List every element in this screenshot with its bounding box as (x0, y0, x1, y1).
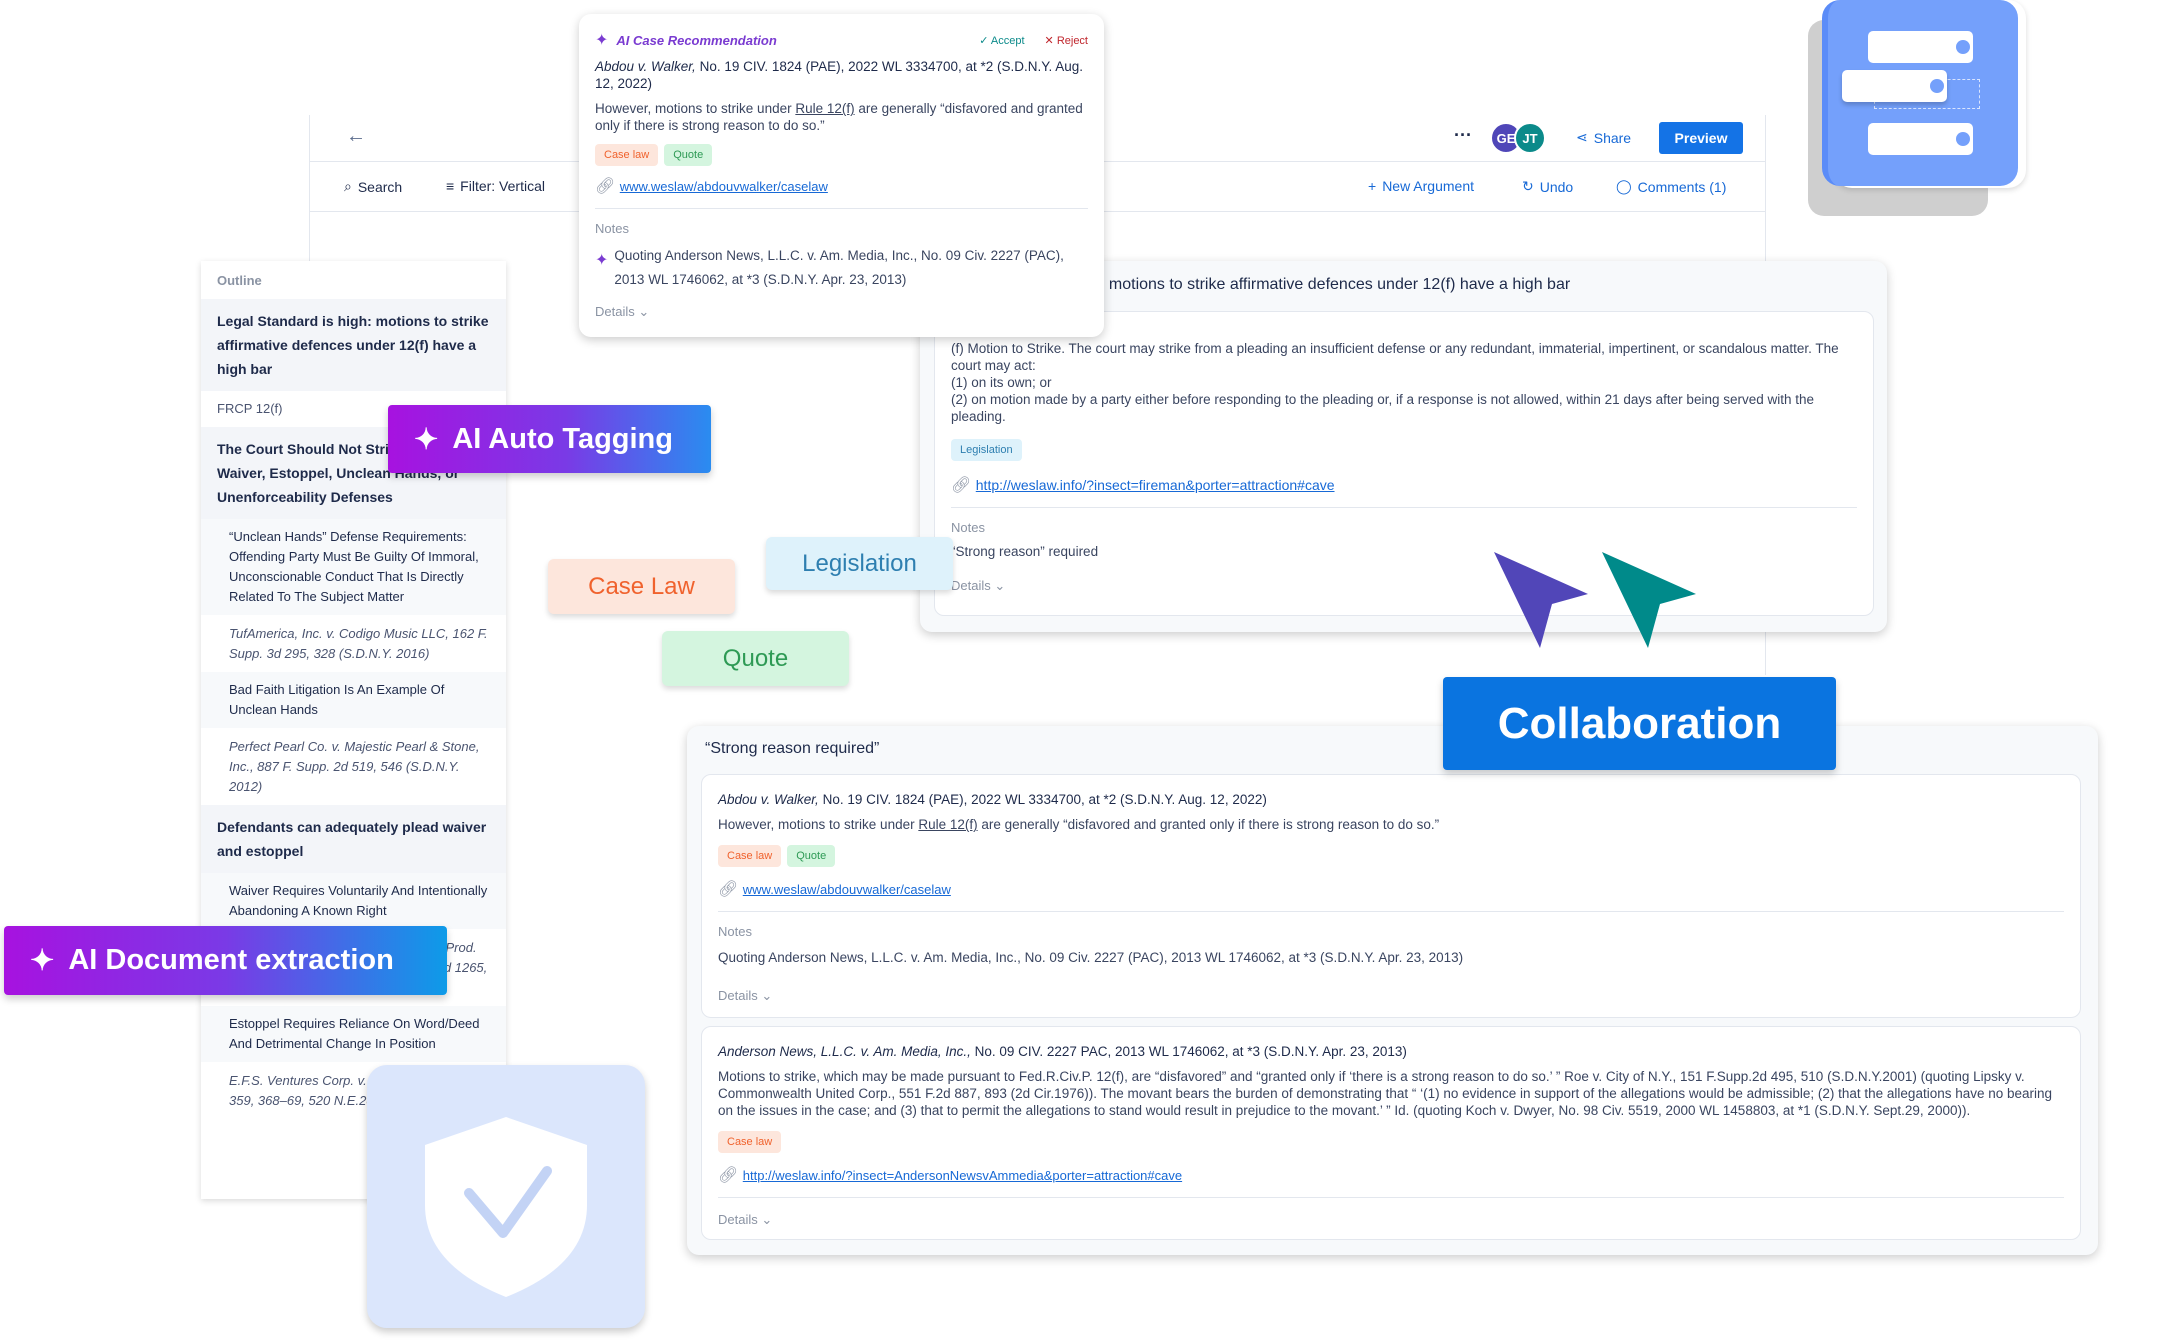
entry-text: (f) Motion to Strike. The court may stri… (951, 341, 1839, 373)
details-label: Details (718, 988, 758, 1003)
case-name: Anderson News, L.L.C. v. Am. Media, Inc.… (718, 1044, 971, 1059)
share-button[interactable]: ⋖ Share (1576, 129, 1631, 146)
quote-pill: Quote (662, 631, 849, 686)
sparkle-icon: ✦ (30, 945, 55, 977)
sparkle-icon: ✦ (595, 252, 609, 269)
outline-item[interactable]: Waiver Requires Voluntarily And Intentio… (201, 873, 506, 930)
link-icon: 🔗︎ (951, 477, 972, 494)
notes-label: Notes (595, 221, 629, 236)
tag-case-law[interactable]: Case law (718, 845, 782, 867)
legislation-pill: Legislation (766, 537, 953, 590)
outline-item[interactable]: Defendants can adequately plead waiver a… (201, 805, 506, 873)
cursor-purple-icon (1494, 552, 1588, 648)
citation: No. 09 CIV. 2227 PAC, 2013 WL 1746062, a… (970, 1044, 1407, 1059)
arrow-left-icon[interactable]: ← (346, 125, 366, 148)
link-icon: 🔗︎ (718, 1167, 739, 1184)
tag-case-law[interactable]: Case law (595, 144, 659, 166)
argument-title: : motions to strike affirmative defences… (1100, 276, 1571, 293)
case-entry: Anderson News, L.L.C. v. Am. Media, Inc.… (701, 1026, 2081, 1240)
server-illustration-icon (1808, 0, 2032, 218)
search-button[interactable]: ⌕ Search (344, 178, 402, 195)
notes-text: “Strong reason” required (951, 544, 1099, 559)
entry-text: (1) on its own; or (951, 375, 1052, 390)
case-name: Abdou v. Walker, (718, 792, 819, 807)
sparkle-icon: ✦ (595, 32, 609, 49)
notes-label: Notes (951, 520, 985, 535)
details-label: Details (595, 304, 635, 319)
tag-quote[interactable]: Quote (787, 845, 836, 867)
ai-document-extraction-badge: ✦ AI Document extraction (4, 926, 447, 995)
quote-text: However, motions to strike under (595, 101, 796, 116)
filter-button[interactable]: ≡ Filter: Vertical (446, 178, 545, 194)
comment-icon: ◯ (1616, 178, 1632, 194)
notes-text: Quoting Anderson News, L.L.C. v. Am. Med… (718, 950, 1464, 965)
case-law-pill: Case Law (548, 559, 735, 614)
tag-case-law[interactable]: Case law (718, 1131, 782, 1153)
link-icon: 🔗︎ (595, 178, 616, 195)
source-link[interactable]: http://weslaw.info/?insect=fireman&porte… (976, 477, 1335, 493)
outline-item[interactable]: Estoppel Requires Reliance On Word/Deed … (201, 1006, 506, 1063)
rule-link[interactable]: Rule 12(f) (918, 817, 977, 832)
strong-reason-card: “Strong reason required” Abdou v. Walker… (687, 726, 2098, 1255)
cursor-teal-icon (1602, 552, 1696, 648)
details-toggle[interactable]: Details ⌄ (718, 1212, 2064, 1228)
citation: No. 19 CIV. 1824 (PAE), 2022 WL 3334700,… (818, 792, 1267, 807)
quote-text: However, motions to strike under (718, 817, 919, 832)
outline-item[interactable]: Legal Standard is high: motions to strik… (201, 299, 506, 391)
reject-label: Reject (1056, 34, 1088, 47)
link-icon: 🔗︎ (718, 881, 739, 898)
sparkle-icon: ✦ (414, 423, 439, 456)
card-title: “Strong reason required” (705, 740, 880, 757)
outline-item[interactable]: TufAmerica, Inc. v. Codigo Music LLC, 16… (201, 616, 506, 672)
new-argument-button[interactable]: + New Argument (1368, 178, 1474, 194)
badge-label: AI Document extraction (68, 944, 394, 976)
details-toggle[interactable]: Details ⌄ (595, 304, 1088, 320)
preview-button[interactable]: Preview (1659, 122, 1743, 154)
case-name: Abdou v. Walker, (595, 59, 696, 74)
outline-item[interactable]: Perfect Pearl Co. v. Majestic Pearl & St… (201, 729, 506, 805)
case-text: Motions to strike, which may be made pur… (718, 1069, 2053, 1118)
share-icon: ⋖ (1576, 129, 1588, 145)
undo-icon: ↻ (1522, 178, 1534, 194)
outline-label: Outline (217, 273, 262, 288)
badge-label: AI Auto Tagging (452, 422, 673, 455)
ellipsis-icon[interactable]: ··· (1454, 125, 1472, 146)
case-entry: Abdou v. Walker, No. 19 CIV. 1824 (PAE),… (701, 774, 2081, 1018)
undo-button[interactable]: ↻ Undo (1522, 178, 1573, 195)
popup-title: AI Case Recommendation (616, 32, 777, 48)
reject-button[interactable]: ✕ Reject (1045, 34, 1088, 47)
source-link[interactable]: www.weslaw/abdouvwalker/caselaw (620, 179, 828, 194)
notes-label: Notes (718, 924, 752, 939)
source-link[interactable]: http://weslaw.info/?insect=AndersonNewsv… (743, 1168, 1182, 1183)
ai-case-recommendation-popup: ✦ AI Case Recommendation ✓ Accept ✕ Reje… (579, 14, 1104, 337)
outline-item[interactable]: Bad Faith Litigation Is An Example Of Un… (201, 672, 506, 729)
filter-icon: ≡ (446, 178, 455, 194)
collaboration-badge: Collaboration (1443, 677, 1836, 770)
details-label: Details (951, 578, 991, 593)
source-link[interactable]: www.weslaw/abdouvwalker/caselaw (743, 882, 951, 897)
rule-link[interactable]: Rule 12(f) (795, 101, 854, 116)
outline-item[interactable]: “Unclean Hands” Defense Requirements: Of… (201, 519, 506, 616)
outline-panel: Outline Legal Standard is high: motions … (201, 261, 506, 1199)
quote-text: are generally “disfavored and granted on… (977, 817, 1440, 832)
plus-icon: + (1368, 178, 1377, 194)
avatar-jt[interactable]: JT (1514, 122, 1546, 154)
accept-button[interactable]: ✓ Accept (979, 34, 1024, 47)
entry-text: (2) on motion made by a party either bef… (951, 392, 1815, 424)
tag-quote[interactable]: Quote (664, 144, 713, 166)
tag-legislation[interactable]: Legislation (951, 439, 1022, 461)
details-label: Details (718, 1212, 758, 1227)
search-icon: ⌕ (344, 178, 352, 194)
details-toggle[interactable]: Details ⌄ (718, 988, 2064, 1004)
legislation-entry: FRCP 12(f) (f) Motion to Strike. The cou… (934, 311, 1874, 616)
ai-auto-tagging-badge: ✦ AI Auto Tagging (388, 405, 711, 473)
shield-check-illustration-icon (367, 1065, 645, 1328)
accept-label: Accept (990, 34, 1025, 47)
details-toggle[interactable]: Details ⌄ (951, 578, 1857, 594)
comments-button[interactable]: ◯ Comments (1) (1616, 178, 1726, 195)
notes-text: Quoting Anderson News, L.L.C. v. Am. Med… (614, 248, 1064, 287)
